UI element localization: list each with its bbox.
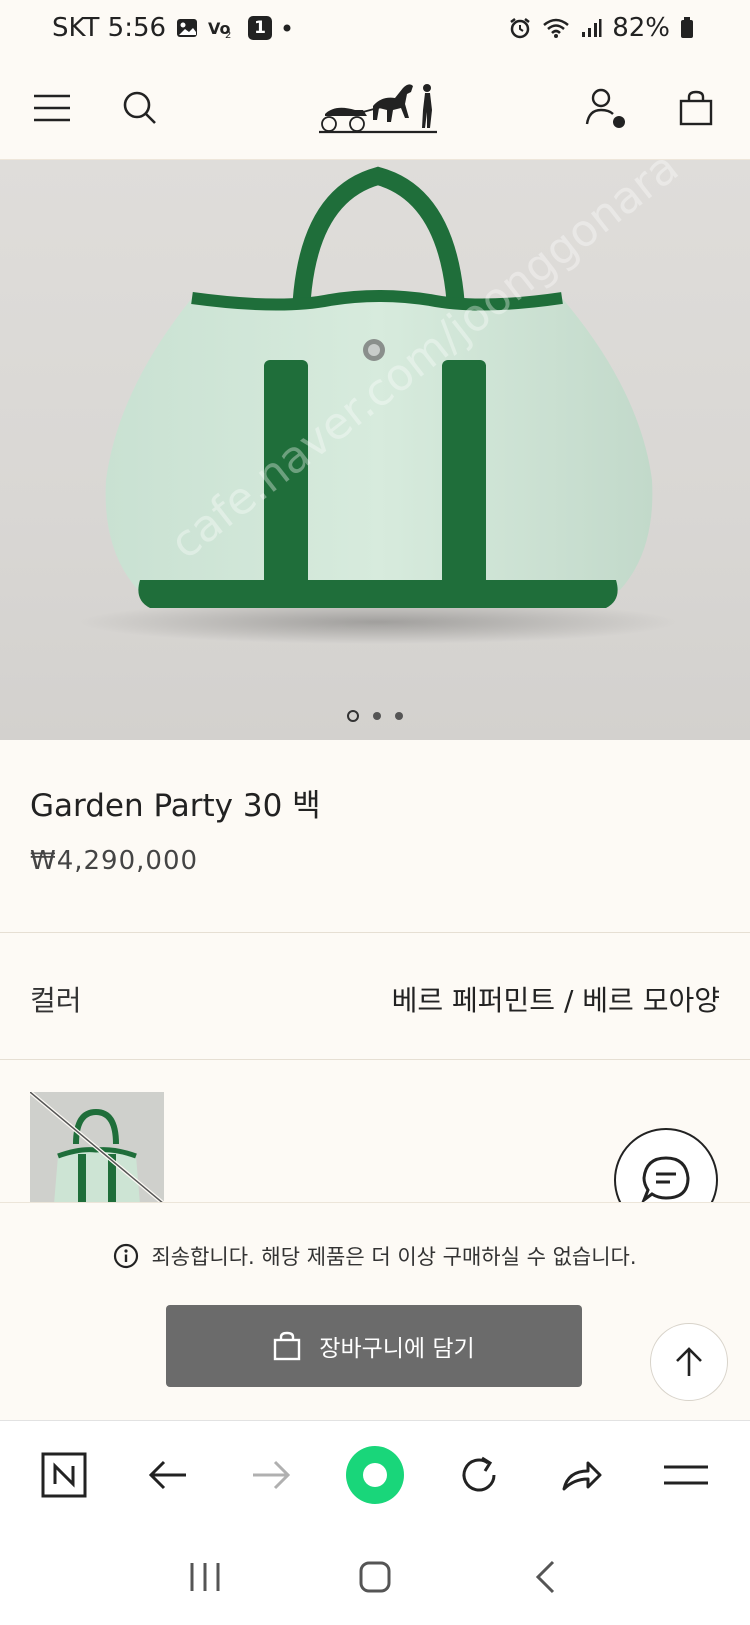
product-price: ₩4,290,000 — [30, 846, 199, 876]
recent-apps-button[interactable] — [170, 1542, 240, 1612]
battery-percent: 82% — [612, 13, 670, 43]
status-right: 82% — [508, 13, 694, 43]
arrow-left-icon — [148, 1460, 186, 1489]
signal-icon — [580, 17, 602, 39]
add-to-cart-label: 장바구니에 담기 — [319, 1336, 475, 1362]
menu-icon — [34, 94, 70, 122]
info-icon — [114, 1243, 139, 1269]
product-image-gallery[interactable]: cafe.naver.com/joonggonara — [0, 160, 750, 740]
badge-count: 1 — [254, 18, 266, 38]
notice-text: 죄송합니다. 해당 제품은 더 이상 구매하실 수 없습니다. — [151, 1245, 637, 1269]
recent-apps-icon — [190, 1562, 220, 1591]
gallery-dot-3[interactable] — [395, 712, 403, 720]
color-label: 컬러 — [30, 984, 82, 1017]
svg-text:2: 2 — [225, 30, 231, 40]
forward-button[interactable] — [236, 1440, 306, 1510]
product-image — [78, 166, 678, 644]
arrow-right-icon — [253, 1460, 291, 1489]
share-arrow-icon — [562, 1461, 602, 1490]
chat-icon — [640, 1156, 690, 1205]
color-value: 베르 페퍼민트 / 베르 모아양 — [391, 984, 720, 1017]
refresh-icon — [462, 1456, 496, 1491]
volte-icon: Vo 2 — [208, 16, 238, 40]
menu-button[interactable] — [20, 56, 84, 160]
search-icon — [123, 91, 156, 124]
color-swatch-unavailable[interactable] — [30, 1092, 164, 1202]
system-back-button[interactable] — [510, 1542, 580, 1612]
back-button[interactable] — [133, 1440, 203, 1510]
wifi-icon — [542, 17, 570, 39]
account-button[interactable] — [574, 56, 638, 160]
notification-badge: 1 — [248, 16, 273, 40]
horse-carriage-logo — [319, 84, 437, 134]
carrier-time: SKT 5:56 — [52, 13, 167, 43]
naver-n-icon — [41, 1452, 87, 1497]
refresh-button[interactable] — [444, 1440, 514, 1510]
shopping-bag-icon — [679, 90, 713, 126]
gallery-dot-1[interactable] — [347, 710, 359, 722]
status-bar: SKT 5:56 Vo 2 1 82% — [0, 0, 750, 56]
color-row: 컬러 베르 페퍼민트 / 베르 모아양 — [0, 933, 750, 1060]
shopping-bag-icon — [274, 1331, 301, 1361]
share-button[interactable] — [547, 1440, 617, 1510]
home-button[interactable] — [340, 1542, 410, 1612]
status-left: SKT 5:56 Vo 2 1 — [52, 13, 292, 43]
green-dot-icon — [345, 1445, 404, 1504]
battery-icon — [680, 17, 694, 39]
search-button[interactable] — [108, 56, 172, 160]
unavailable-notice: 죄송합니다. 해당 제품은 더 이상 구매하실 수 없습니다. — [0, 1241, 750, 1271]
browser-menu-button[interactable] — [651, 1440, 721, 1510]
product-info: Garden Party 30 백 ₩4,290,000 — [0, 740, 750, 933]
naver-home-button[interactable] — [29, 1440, 99, 1510]
gallery-dot-2[interactable] — [373, 712, 381, 720]
shopping-bag-button[interactable] — [664, 56, 728, 160]
scroll-to-top-button[interactable] — [650, 1323, 728, 1401]
more-notifications-dot — [282, 23, 292, 33]
gallery-icon — [176, 17, 198, 39]
site-header — [0, 56, 750, 160]
account-icon — [585, 88, 625, 128]
alarm-icon — [508, 16, 532, 40]
brand-logo[interactable] — [310, 56, 446, 160]
home-icon — [359, 1561, 391, 1592]
gallery-pagination — [0, 710, 750, 722]
purchase-panel: 죄송합니다. 해당 제품은 더 이상 구매하실 수 없습니다. 장바구니에 담기 — [0, 1202, 750, 1420]
browser-toolbar — [0, 1420, 750, 1528]
chevron-left-icon — [535, 1560, 555, 1593]
system-navigation — [0, 1528, 750, 1625]
hamburger-icon — [664, 1465, 709, 1484]
product-name: Garden Party 30 백 — [30, 788, 321, 824]
green-dot-button[interactable] — [340, 1440, 410, 1510]
add-to-cart-button[interactable]: 장바구니에 담기 — [166, 1305, 582, 1387]
arrow-up-icon — [676, 1347, 702, 1376]
